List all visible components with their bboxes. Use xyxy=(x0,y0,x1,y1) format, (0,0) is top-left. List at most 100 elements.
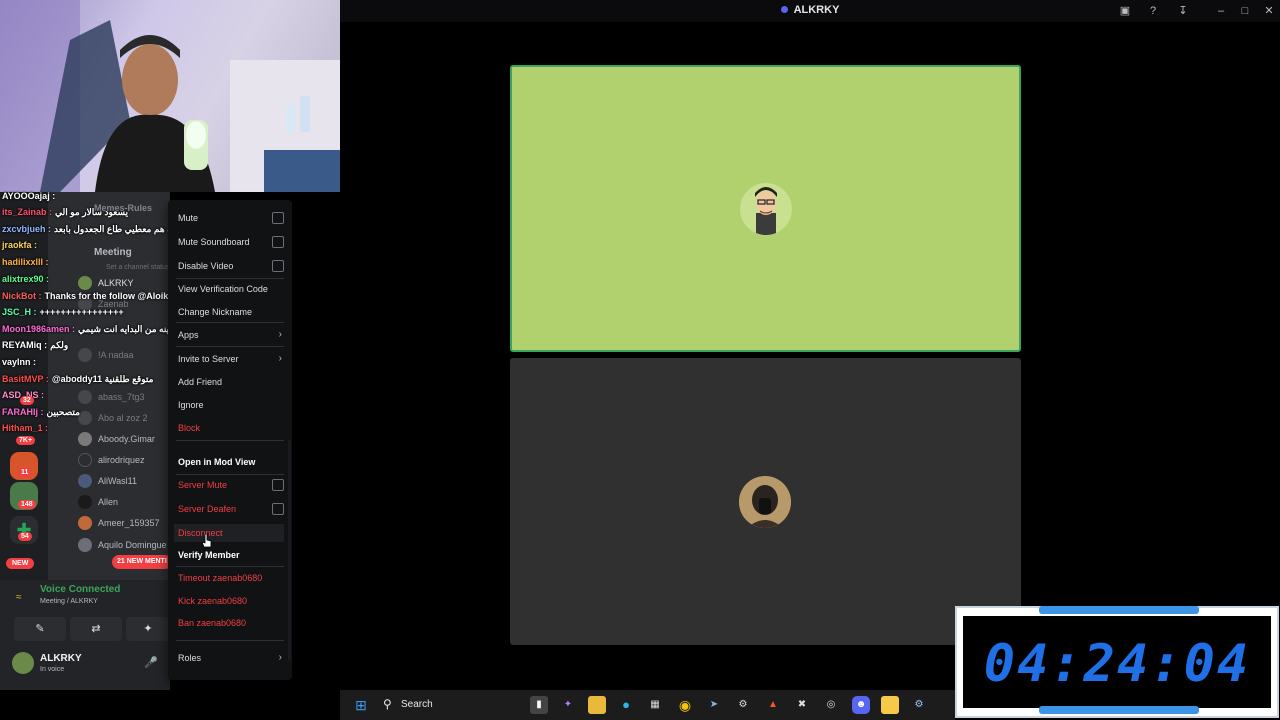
mention-badge: 54 xyxy=(18,532,32,541)
avatar xyxy=(78,453,92,467)
video-tile[interactable] xyxy=(510,358,1021,645)
folder-icon[interactable] xyxy=(588,696,606,714)
stream-timer: 04:24:04 xyxy=(955,606,1279,718)
screen-share-icon[interactable]: ▣ xyxy=(1118,4,1132,18)
menu-item-mute[interactable]: Mute xyxy=(178,209,284,227)
voice-status: Voice Connected xyxy=(40,584,121,595)
avatar xyxy=(78,474,92,488)
server-rail: 11 148 ✚ 54 NEW 7K+ xyxy=(0,430,48,580)
menu-item-server-mute[interactable]: Server Mute xyxy=(178,476,284,494)
video-tile-speaking[interactable] xyxy=(510,65,1021,352)
menu-item-mute-soundboard[interactable]: Mute Soundboard xyxy=(178,233,284,251)
timer-value: 04:24:04 xyxy=(983,634,1251,694)
menu-item-add-friend[interactable]: Add Friend xyxy=(178,373,284,391)
divider xyxy=(176,640,284,641)
menu-item-block[interactable]: Block xyxy=(178,419,284,437)
avatar xyxy=(78,411,92,425)
video-off-button[interactable]: ✎ xyxy=(14,617,66,641)
avatar xyxy=(78,495,92,509)
menu-item-apps[interactable]: Apps › xyxy=(178,326,284,344)
menu-item-change-nickname[interactable]: Change Nickname xyxy=(178,303,284,321)
chat-line: Moon1986amen : مبينه من البدايه انت شيمي xyxy=(2,324,177,334)
menu-item-ignore[interactable]: Ignore xyxy=(178,396,284,414)
settings-gear-icon[interactable]: ⚙ xyxy=(734,696,752,714)
screen-share-button[interactable]: ⇄ xyxy=(70,617,122,641)
checkbox[interactable] xyxy=(272,212,284,224)
menu-item-open-mod-view[interactable]: Open in Mod View xyxy=(178,453,284,471)
menu-item-ban[interactable]: Ban zaenab0680 xyxy=(178,614,284,632)
discord-icon[interactable]: ☻ xyxy=(852,696,870,714)
download-icon[interactable]: ↧ xyxy=(1176,4,1190,18)
scrollbar[interactable] xyxy=(288,440,291,660)
chevron-right-icon: › xyxy=(278,329,282,340)
chat-line: FARAHIj : متصحبين xyxy=(2,407,80,417)
menu-item-invite-to-server[interactable]: Invite to Server › xyxy=(178,350,284,368)
avatar xyxy=(78,276,92,290)
sticky-notes-icon[interactable] xyxy=(881,696,899,714)
chat-line: Hitham_1 : xyxy=(2,423,49,433)
screen: ALKRKY ▣ ? ↧ – □ ✕ Memes-Rules Meeting S… xyxy=(0,0,1280,720)
title-bar: ALKRKY ▣ ? ↧ – □ ✕ xyxy=(340,0,1280,22)
voice-location[interactable]: Meeting / ALKRKY xyxy=(40,598,98,605)
obs-icon[interactable]: ◎ xyxy=(822,696,840,714)
menu-item-verify-member[interactable]: Verify Member xyxy=(178,546,284,564)
chat-line: zxcvbjueh : الله هم معطيي طاع الجعدول باب… xyxy=(2,224,181,234)
chrome-icon[interactable]: ◉ xyxy=(676,696,694,714)
settings-icon[interactable]: ⚙ xyxy=(910,696,928,714)
help-icon[interactable]: ? xyxy=(1146,4,1160,18)
menu-item-roles[interactable]: Roles › xyxy=(178,649,284,667)
new-badge[interactable]: NEW xyxy=(6,558,35,569)
menu-item-timeout[interactable]: Timeout zaenab0680 xyxy=(178,569,284,587)
menu-item-view-verification-code[interactable]: View Verification Code xyxy=(178,280,284,298)
chat-line: AYOOOajaj : xyxy=(2,191,56,201)
menu-item-server-deafen[interactable]: Server Deafen xyxy=(178,500,284,518)
window-title: ALKRKY xyxy=(340,4,1280,16)
maximize-icon[interactable]: □ xyxy=(1238,4,1252,18)
mention-badge: 148 xyxy=(18,500,36,509)
task-view-icon[interactable]: ▮ xyxy=(530,696,548,714)
chat-line: BasitMVP : @aboddy11 متوقع طلقنية xyxy=(2,374,154,384)
capcut-icon[interactable]: ✖ xyxy=(793,696,811,714)
signal-icon: ≈ xyxy=(16,592,22,603)
menu-item-disable-video[interactable]: Disable Video xyxy=(178,257,284,275)
checkbox[interactable] xyxy=(272,479,284,491)
user-name[interactable]: ALKRKY xyxy=(40,653,82,664)
user-status: In voice xyxy=(40,666,65,673)
divider xyxy=(176,322,284,323)
mention-badge: 32 xyxy=(20,396,34,405)
chat-line: hadilixxlll : xyxy=(2,257,49,267)
divider xyxy=(176,440,284,441)
steam-icon[interactable]: ➤ xyxy=(705,696,723,714)
avatar xyxy=(739,476,791,528)
menu-item-kick[interactable]: Kick zaenab0680 xyxy=(178,592,284,610)
store-icon[interactable]: ▦ xyxy=(646,696,664,714)
edge-icon[interactable]: ● xyxy=(617,696,635,714)
user-context-menu: Mute Mute Soundboard Disable Video View … xyxy=(168,200,292,680)
activities-button[interactable]: ✦ xyxy=(126,617,170,641)
timer-display: 04:24:04 xyxy=(963,616,1271,708)
avatar[interactable] xyxy=(12,652,34,674)
copilot-icon[interactable]: ✦ xyxy=(559,696,577,714)
chevron-right-icon: › xyxy=(278,353,282,364)
checkbox[interactable] xyxy=(272,236,284,248)
avatar xyxy=(740,183,792,235)
chat-line: JSC_H : ++++++++++++++++ xyxy=(2,307,124,317)
brave-icon[interactable]: ▲ xyxy=(764,696,782,714)
divider xyxy=(176,278,284,279)
windows-start-icon[interactable]: ⊞ xyxy=(352,696,370,714)
minimize-icon[interactable]: – xyxy=(1214,4,1228,18)
search-icon: ⚲ xyxy=(383,697,392,711)
close-icon[interactable]: ✕ xyxy=(1262,4,1276,18)
chevron-right-icon: › xyxy=(278,652,282,663)
checkbox[interactable] xyxy=(272,503,284,515)
new-mentions-badge[interactable]: 21 NEW MENTI xyxy=(112,555,172,569)
discord-logo-icon xyxy=(780,6,788,13)
microphone-icon[interactable]: 🎤 xyxy=(144,656,158,669)
mention-badge: 7K+ xyxy=(16,436,36,445)
timer-bar-bottom xyxy=(1039,706,1199,714)
checkbox[interactable] xyxy=(272,260,284,272)
taskbar-search[interactable]: ⚲ Search xyxy=(375,694,525,716)
menu-item-disconnect[interactable]: Disconnect xyxy=(174,524,284,542)
chat-line: REYAMiq : ولكم xyxy=(2,340,69,350)
channel-list: Memes-Rules Meeting Set a channel status… xyxy=(48,192,172,582)
